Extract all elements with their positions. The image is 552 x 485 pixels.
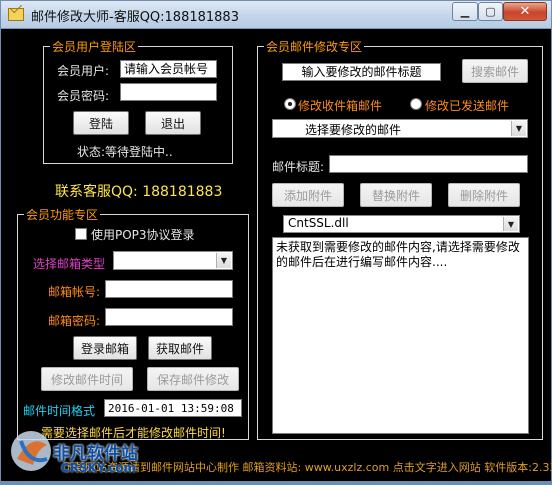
mail-icon — [8, 8, 24, 21]
member-user-label: 会员用户: — [57, 64, 110, 78]
chevron-down-icon: ▼ — [503, 217, 518, 231]
mail-select-value: 选择要修改的邮件 — [305, 123, 402, 137]
title-bar: 邮件修改大师-客服QQ:188181883 ▁ ▢ ✕ — [1, 1, 551, 29]
functions-group-title: 会员功能专区 — [24, 206, 101, 223]
mailbox-type-select[interactable]: ▼ — [113, 251, 233, 270]
contact-qq: 联系客服QQ: 188181883 — [55, 184, 223, 200]
modify-time-button[interactable]: 修改邮件时间 — [41, 367, 133, 391]
radio-sent-label: 修改已发送邮件 — [425, 99, 510, 113]
pop3-checkbox[interactable] — [75, 228, 87, 240]
attachment-select[interactable]: CntSSL.dll ▼ — [283, 215, 520, 233]
mail-content-textarea[interactable]: 未获取到需要修改的邮件内容,请选择需要修改的邮件后在进行编写邮件内容.... — [272, 237, 529, 434]
fetch-mail-button[interactable]: 获取邮件 — [148, 336, 212, 360]
watermark-logo: 非凡软件站 CRSKY.com — [7, 419, 167, 481]
mail-subject-label: 邮件标题: — [272, 160, 325, 174]
modify-group-title: 会员邮件修改专区 — [264, 38, 365, 55]
radio-inbox-label: 修改收件箱邮件 — [298, 99, 383, 113]
member-password-input[interactable] — [120, 83, 217, 101]
mail-title-search-input[interactable]: 输入要修改的邮件标题 — [282, 63, 441, 81]
minimize-button[interactable]: ▁ — [452, 2, 478, 21]
time-format-label: 邮件时间格式 — [23, 404, 96, 418]
login-group-title: 会员用户登陆区 — [50, 38, 139, 55]
mailbox-account-label: 邮箱帐号: — [48, 285, 101, 299]
close-button[interactable]: ✕ — [503, 2, 547, 21]
mail-subject-input[interactable] — [329, 155, 528, 173]
add-attachment-button[interactable]: 添加附件 — [272, 183, 344, 207]
mailbox-account-input[interactable] — [105, 280, 233, 298]
member-password-label: 会员密码: — [57, 89, 110, 103]
radio-inbox[interactable] — [284, 98, 296, 110]
attachment-value: CntSSL.dll — [288, 216, 349, 230]
login-status: 状态:等待登陆中.. — [77, 145, 173, 159]
mailbox-type-label: 选择邮箱类型 — [33, 257, 106, 271]
chevron-down-icon: ▼ — [511, 121, 526, 136]
watermark-subtitle: CRSKY.com — [61, 461, 137, 475]
app-window: 邮件修改大师-客服QQ:188181883 ▁ ▢ ✕ 会员用户登陆区 会员用户… — [0, 0, 552, 482]
replace-attachment-button[interactable]: 替换附件 — [360, 183, 432, 207]
close-icon: ✕ — [519, 4, 531, 19]
maximize-button[interactable]: ▢ — [478, 2, 503, 21]
logout-button[interactable]: 退出 — [145, 111, 201, 135]
mailbox-password-input[interactable] — [105, 308, 233, 326]
mail-select[interactable]: 选择要修改的邮件 ▼ — [272, 119, 528, 138]
chevron-down-icon: ▼ — [216, 253, 231, 268]
pop3-label: 使用POP3协议登录 — [91, 228, 195, 242]
login-button[interactable]: 登陆 — [73, 111, 129, 135]
maximize-icon: ▢ — [485, 5, 496, 18]
radio-sent[interactable] — [410, 98, 422, 110]
save-modify-button[interactable]: 保存邮件修改 — [147, 367, 239, 391]
login-mailbox-button[interactable]: 登录邮箱 — [73, 336, 137, 360]
search-mail-button[interactable]: 搜索邮件 — [462, 59, 528, 83]
minimize-icon: ▁ — [460, 5, 470, 18]
time-format-input[interactable]: 2016-01-01 13:59:08 — [104, 399, 242, 417]
window-title: 邮件修改大师-客服QQ:188181883 — [31, 10, 239, 25]
member-user-input[interactable]: 请输入会员帐号 — [120, 60, 217, 78]
mailbox-password-label: 邮箱密码: — [48, 314, 101, 328]
delete-attachment-button[interactable]: 删除附件 — [448, 183, 520, 207]
